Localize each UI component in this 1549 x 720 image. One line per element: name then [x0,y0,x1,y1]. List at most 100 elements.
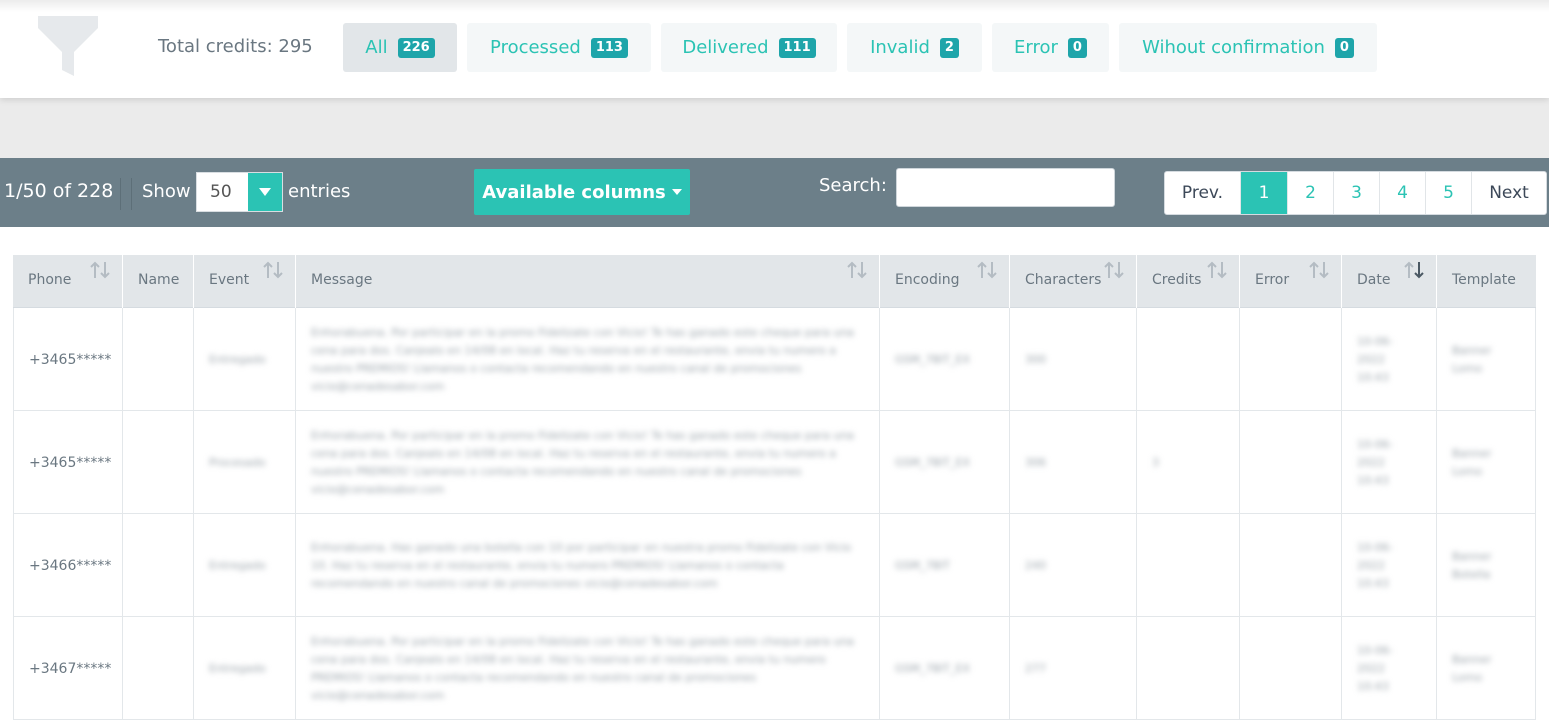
pagination: Prev. 1 2 3 4 5 Next [1164,171,1547,215]
sort-arrows-icon[interactable] [1207,261,1229,279]
event-value: Entregado [209,558,266,572]
cell-event: Entregado [194,617,296,720]
table-row[interactable]: +3467***** Entregado Enhorabuena. Por pa… [13,617,1536,720]
available-columns-label: Available columns [482,181,666,203]
table-toolbar: 1/50 of 228 Show 50 entries Available co… [0,158,1549,227]
column-label: Error [1255,272,1290,288]
cell-template: Banner Lomo [1437,411,1536,514]
section-spacer [0,98,1549,158]
filter-funnel-icon[interactable] [36,14,100,78]
sort-arrows-icon[interactable] [1309,261,1331,279]
cell-encoding: GSM_7BIT_EX [880,411,1010,514]
sort-arrows-icon[interactable] [847,261,869,279]
cell-message: Enhorabuena. Por participar en la promo … [296,308,880,411]
caret-down-icon[interactable] [248,173,282,211]
cell-message: Enhorabuena. Por participar en la promo … [296,411,880,514]
column-header-template[interactable]: Template [1437,255,1536,308]
cell-encoding: GSM_7BIT [880,514,1010,617]
template-value: Banner Lomo [1452,652,1492,684]
cell-characters: 300 [1010,308,1137,411]
column-header-name[interactable]: Name [123,255,194,308]
prev-page-button[interactable]: Prev. [1165,172,1241,214]
tab-delivered[interactable]: Delivered 111 [661,23,837,72]
cell-date: 10-06-2022 10:43 [1342,411,1437,514]
page-4-button[interactable]: 4 [1380,172,1426,214]
available-columns-button[interactable]: Available columns [474,169,690,215]
tab-without-confirmation[interactable]: Wihout confirmation 0 [1119,23,1377,72]
template-value: Banner Lomo [1452,343,1492,375]
message-text: Enhorabuena. Por participar en la promo … [311,325,855,393]
tab-all[interactable]: All 226 [343,23,457,72]
sort-arrows-icon[interactable] [977,261,999,279]
cell-name [123,308,194,411]
event-value: Entregado [209,661,266,675]
column-header-characters[interactable]: Characters [1010,255,1137,308]
tab-label: Invalid [870,37,930,58]
cell-date: 10-06-2022 10:43 [1342,514,1437,617]
cell-error [1240,308,1342,411]
column-header-phone[interactable]: Phone [13,255,123,308]
cell-phone: +3467***** [13,617,123,720]
cell-message: Enhorabuena. Has ganado una botella con … [296,514,880,617]
encoding-value: GSM_7BIT [895,558,951,572]
caret-down-icon [671,189,682,195]
credits-value: 3 [1152,455,1159,469]
cell-event: Procesado [194,411,296,514]
page-1-button[interactable]: 1 [1241,172,1288,214]
table-row[interactable]: +3465***** Entregado Enhorabuena. Por pa… [13,308,1536,411]
column-header-date[interactable]: Date [1342,255,1437,308]
column-header-message[interactable]: Message [296,255,880,308]
encoding-value: GSM_7BIT_EX [895,661,970,675]
characters-value: 240 [1025,558,1046,572]
cell-credits: 3 [1137,411,1240,514]
column-header-error[interactable]: Error [1240,255,1342,308]
cell-characters: 306 [1010,411,1137,514]
sort-arrows-icon[interactable] [1104,261,1126,279]
search-label: Search: [819,175,887,196]
date-value: 10-06-2022 10:43 [1357,334,1393,384]
tab-label: Processed [490,37,581,58]
tab-processed[interactable]: Processed 113 [467,23,651,72]
cell-name [123,514,194,617]
column-label: Event [209,272,250,288]
template-value: Banner Lomo [1452,446,1492,478]
next-page-button[interactable]: Next [1472,172,1546,214]
cell-event: Entregado [194,514,296,617]
date-value: 10-06-2022 10:43 [1357,540,1393,590]
tab-invalid[interactable]: Invalid 2 [847,23,982,72]
cell-name [123,411,194,514]
sort-arrows-icon[interactable] [90,261,112,279]
count-badge: 0 [1334,37,1354,58]
table-row[interactable]: +3465***** Procesado Enhorabuena. Por pa… [13,411,1536,514]
show-label: Show [142,181,191,202]
page-5-button[interactable]: 5 [1426,172,1472,214]
cell-date: 10-06-2022 10:43 [1342,308,1437,411]
count-badge: 0 [1067,37,1087,58]
filter-bar: Total credits: 295 All 226 Processed 113… [0,0,1549,98]
column-header-event[interactable]: Event [194,255,296,308]
column-label: Message [311,272,373,288]
column-header-encoding[interactable]: Encoding [880,255,1010,308]
cell-error [1240,411,1342,514]
cell-message: Enhorabuena. Por participar en la promo … [296,617,880,720]
sort-arrows-icon[interactable] [263,261,285,279]
cell-encoding: GSM_7BIT_EX [880,308,1010,411]
sort-desc-icon[interactable] [1404,261,1426,279]
column-header-credits[interactable]: Credits [1137,255,1240,308]
table-header: Phone Name Event Message Encoding Charac… [13,255,1536,308]
search-input[interactable] [896,168,1115,207]
page-size-select[interactable]: 50 [196,172,283,212]
cell-credits [1137,308,1240,411]
tab-error[interactable]: Error 0 [992,23,1109,72]
page-3-button[interactable]: 3 [1334,172,1380,214]
characters-value: 300 [1025,352,1046,366]
sms-table: Phone Name Event Message Encoding Charac… [13,255,1536,720]
table-row[interactable]: +3466***** Entregado Enhorabuena. Has ga… [13,514,1536,617]
message-text: Enhorabuena. Por participar en la promo … [311,634,855,702]
page-2-button[interactable]: 2 [1288,172,1334,214]
divider [131,178,132,210]
column-label: Template [1452,272,1516,288]
count-badge: 2 [939,37,959,58]
count-badge: 113 [590,37,628,58]
column-label: Name [138,272,180,288]
